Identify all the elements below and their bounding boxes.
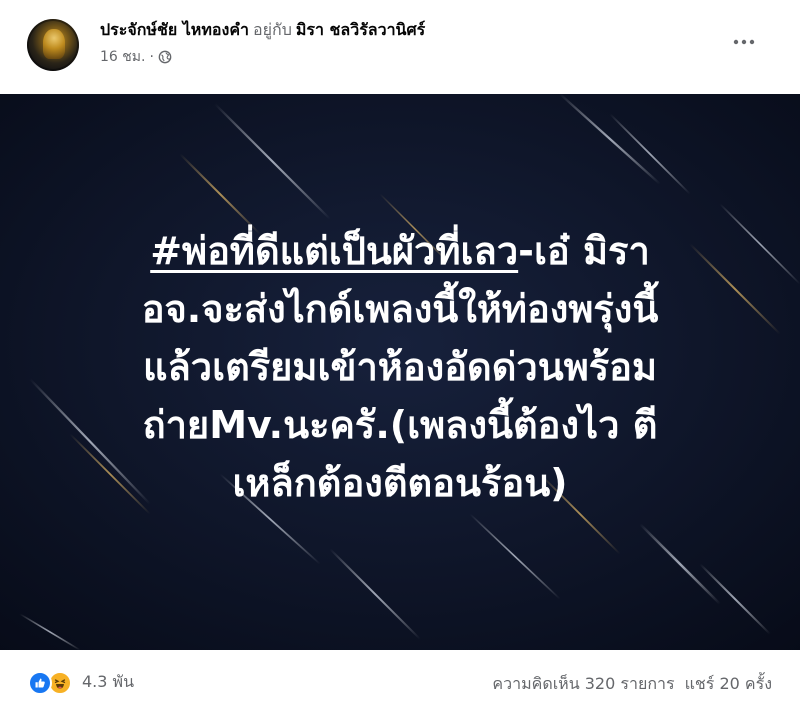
with-text: อยู่กับ [253,20,292,39]
shares-count-link[interactable]: แชร์ 20 ครั้ง [685,674,772,693]
globe-icon[interactable] [158,50,172,64]
reaction-count: 4.3 พัน [82,672,135,691]
author-name[interactable]: ประจักษ์ชัย ไหทองคำ [100,20,249,39]
post-footer: 4.3 พัน ความคิดเห็น 320 รายการ แชร์ 20 คร… [0,650,800,712]
caption-line-2: อจ.จะส่งไกด์เพลงนี้ให้ท่องพรุ่งนี้ [141,287,659,331]
hashtag-link[interactable]: #พ่อที่ดีแต่เป็นผัวที่เลว [150,229,518,273]
reactions-summary[interactable]: 4.3 พัน [28,670,134,695]
post-timestamp[interactable]: 16 ชม. [100,48,145,66]
post-meta: 16 ชม. · [100,48,172,66]
engagement-stats: ความคิดเห็น 320 รายการ แชร์ 20 ครั้ง [492,672,772,697]
caption-line-1: #พ่อที่ดีแต่เป็นผัวที่เลว-เอ๋ มิรา [40,222,760,280]
comments-count-link[interactable]: ความคิดเห็น 320 รายการ [492,674,674,693]
caption-line-5: เหล็กต้องตีตอนร้อน) [232,461,568,505]
post-header: ประจักษ์ชัย ไหทองคำ อยู่กับ มิรา ชลวิรัลวา… [0,0,800,94]
author-avatar[interactable] [27,19,79,71]
caption-line-1-rest: -เอ๋ มิรา [518,229,650,273]
post-image[interactable]: #พ่อที่ดีแต่เป็นผัวที่เลว-เอ๋ มิรา อจ.จะ… [0,94,800,650]
caption-line-4: ถ่ายMv.นะครั.(เพลงนี้ต้องไว ตี [142,403,658,447]
caption-line-3: แล้วเตรียมเข้าห้องอัดด่วนพร้อม [142,345,658,389]
tagged-friend-name[interactable]: มิรา ชลวิรัลวานิศร์ [296,20,425,39]
more-horizontal-icon [733,39,755,45]
author-line: ประจักษ์ชัย ไหทองคำ อยู่กับ มิรา ชลวิรัลวา… [100,20,425,40]
like-icon [28,670,52,695]
image-caption-text: #พ่อที่ดีแต่เป็นผัวที่เลว-เอ๋ มิรา อจ.จะ… [40,222,760,512]
meta-separator: · [149,49,154,65]
more-options-button[interactable] [730,28,758,56]
avatar-photo [43,29,65,59]
facebook-post: ประจักษ์ชัย ไหทองคำ อยู่กับ มิรา ชลวิรัลวา… [0,0,800,712]
